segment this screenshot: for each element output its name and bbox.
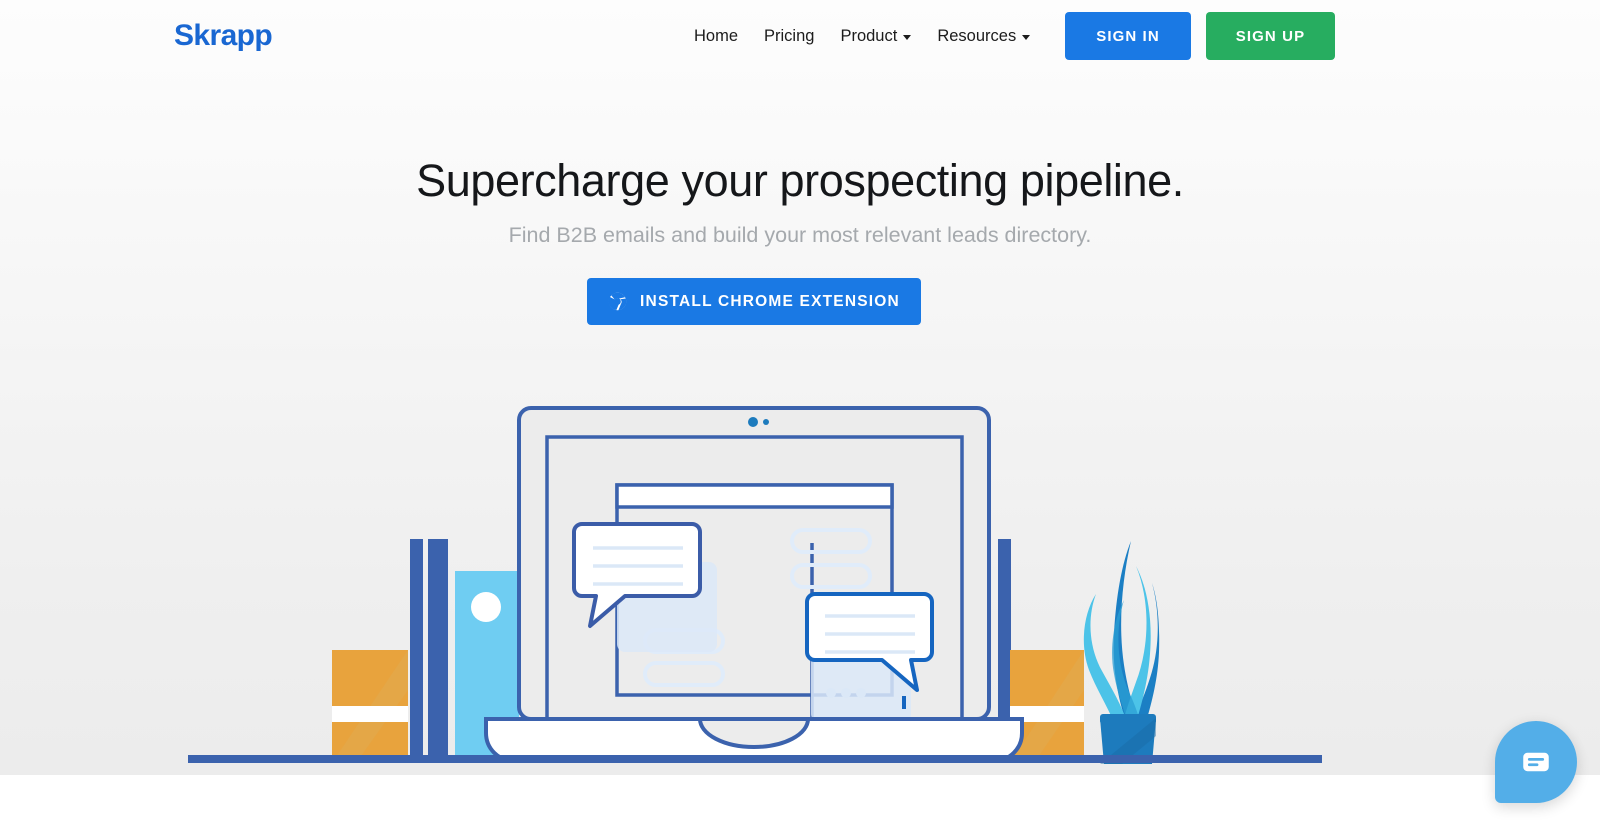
nav-item-pricing[interactable]: Pricing (764, 24, 814, 48)
nav-label: Resources (937, 27, 1017, 45)
chevron-down-icon (903, 35, 912, 40)
install-chrome-extension-button[interactable]: INSTALL CHROME EXTENSION (587, 278, 921, 325)
page-title: Supercharge your prospecting pipeline. (416, 155, 1184, 206)
chat-widget-button[interactable] (1495, 721, 1577, 803)
cta-label: INSTALL CHROME EXTENSION (640, 292, 900, 310)
site-header: Skrapp Home Pricing Product Resources SI… (0, 0, 1600, 72)
message-bubble-icon (1523, 752, 1549, 772)
nav-label: Product (840, 27, 898, 45)
logo[interactable]: Skrapp (174, 18, 273, 54)
nav-item-home[interactable]: Home (694, 24, 738, 48)
chrome-icon (608, 292, 627, 311)
sign-up-button[interactable]: SIGN UP (1206, 12, 1335, 60)
nav-item-product[interactable]: Product (840, 24, 912, 48)
sign-in-button[interactable]: SIGN IN (1065, 12, 1191, 60)
nav-item-resources[interactable]: Resources (937, 24, 1031, 48)
hero-background (0, 0, 1600, 775)
nav-label: Pricing (764, 27, 815, 45)
page-subtitle: Find B2B emails and build your most rele… (508, 223, 1092, 247)
main-navigation: Home Pricing Product Resources (694, 24, 1031, 48)
nav-label: Home (694, 27, 739, 45)
page-root: Skrapp Home Pricing Product Resources SI… (0, 0, 1600, 829)
chevron-down-icon (1022, 35, 1031, 40)
